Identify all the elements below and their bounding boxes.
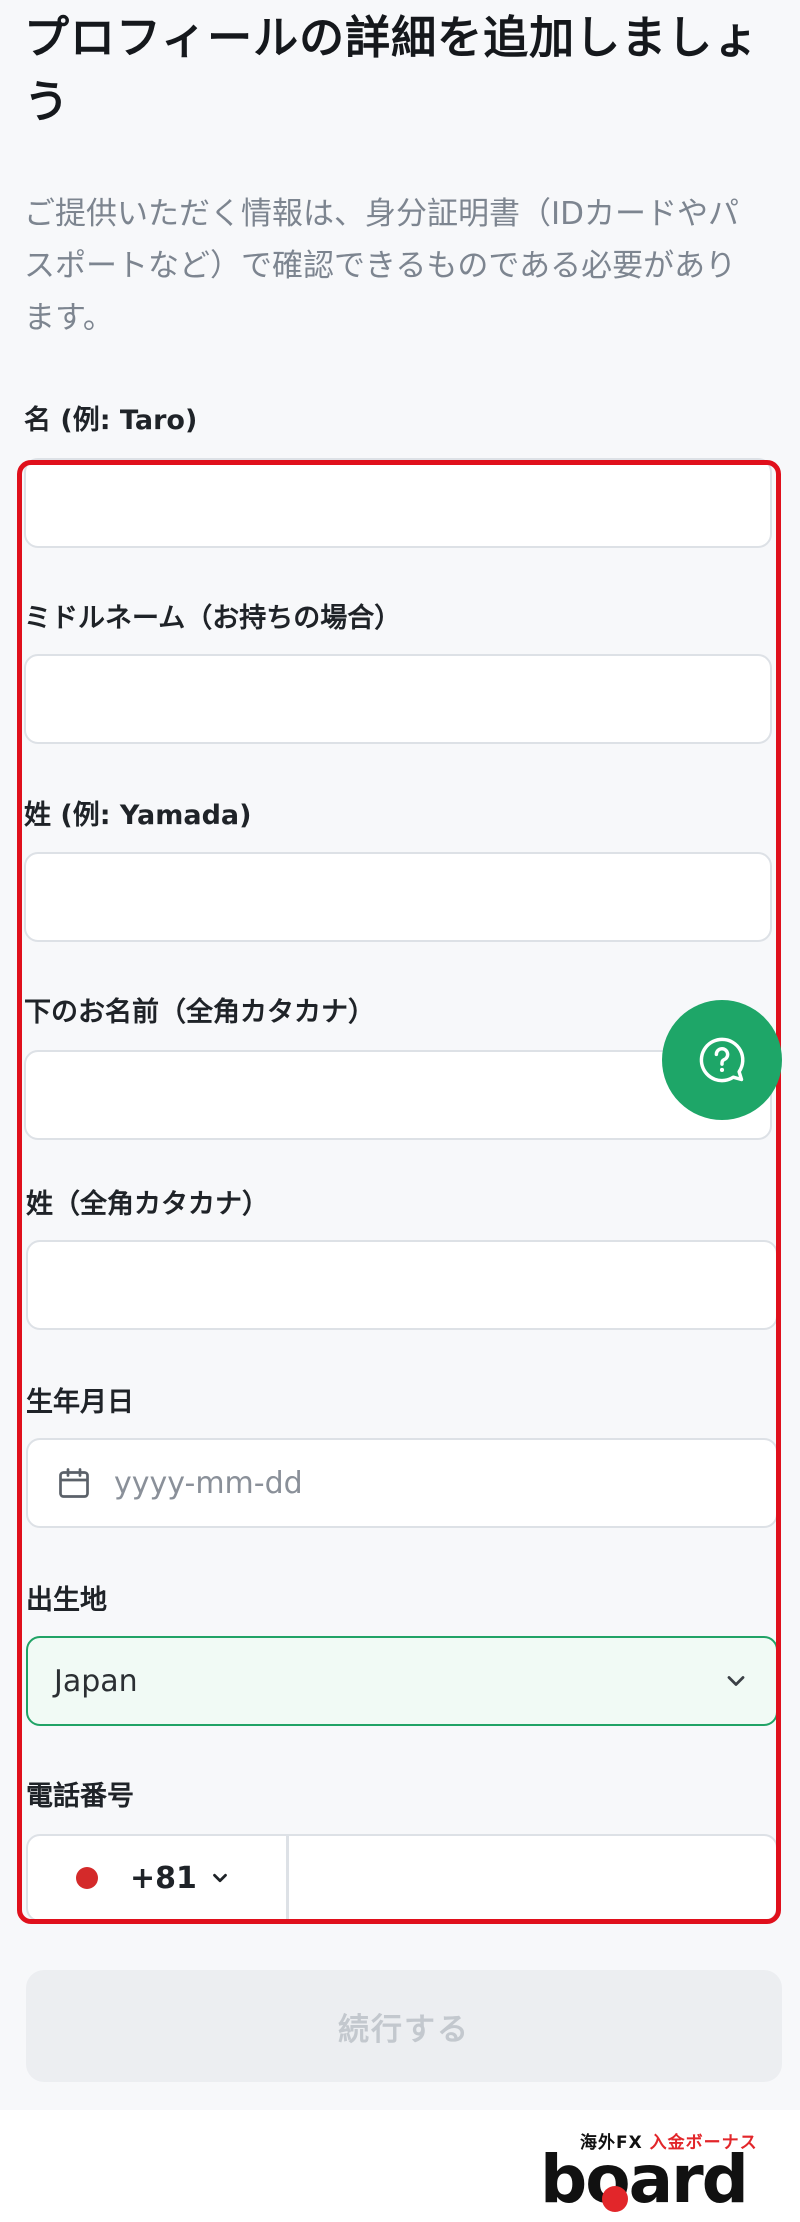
country-code-value: +81 [130, 1860, 197, 1896]
first-name-label: 名 (例: Taro) [24, 405, 198, 436]
last-name-label: 姓 (例: Yamada) [24, 800, 252, 831]
board-watermark-logo: 海外FX 入金ボーナス board [540, 2128, 790, 2218]
birthplace-selected-value: Japan [54, 1663, 138, 1699]
intro-text: ご提供いただく情報は、身分証明書（IDカードやパスポートなど）で確認できるもので… [24, 196, 740, 336]
birthdate-field-wrapper [26, 1438, 778, 1528]
first-name-kana-field-wrapper [24, 1050, 772, 1140]
chevron-down-icon [213, 1873, 227, 1883]
birthplace-select[interactable]: Japan [26, 1636, 778, 1726]
country-code-select[interactable]: +81 [28, 1836, 289, 1920]
calendar-icon[interactable] [56, 1465, 92, 1501]
japan-flag-icon [76, 1867, 98, 1889]
logo-wordmark: board [540, 2141, 749, 2218]
logo-mascot-icon [602, 2186, 628, 2212]
last-name-kana-input[interactable] [28, 1242, 776, 1328]
first-name-kana-label: 下のお名前（全角カタカナ） [24, 997, 375, 1028]
page-title: プロフィールの詳細を追加しましょう [24, 11, 760, 128]
last-name-field-wrapper [24, 852, 772, 942]
last-name-input[interactable] [26, 854, 770, 940]
first-name-field-wrapper [24, 458, 772, 548]
phone-number-input[interactable] [289, 1836, 776, 1920]
last-name-kana-label: 姓（全角カタカナ） [26, 1189, 269, 1220]
profile-form-page: プロフィールの詳細を追加しましょう ご提供いただく情報は、身分証明書（IDカード… [0, 0, 800, 2110]
middle-name-field-wrapper [24, 654, 772, 744]
middle-name-label: ミドルネーム（お持ちの場合） [24, 603, 402, 634]
birthplace-label: 出生地 [26, 1585, 107, 1616]
first-name-input[interactable] [26, 460, 770, 546]
last-name-kana-field-wrapper [26, 1240, 778, 1330]
phone-field-wrapper: +81 [26, 1834, 778, 1922]
phone-label: 電話番号 [26, 1781, 134, 1812]
first-name-kana-input[interactable] [26, 1052, 770, 1138]
middle-name-input[interactable] [26, 656, 770, 742]
help-button[interactable] [662, 1000, 782, 1120]
question-circle-icon [699, 1037, 745, 1083]
birthdate-label: 生年月日 [26, 1387, 134, 1418]
birthdate-input[interactable] [114, 1440, 776, 1526]
chevron-down-icon [727, 1676, 745, 1686]
continue-button[interactable]: 続行する [26, 1970, 782, 2082]
